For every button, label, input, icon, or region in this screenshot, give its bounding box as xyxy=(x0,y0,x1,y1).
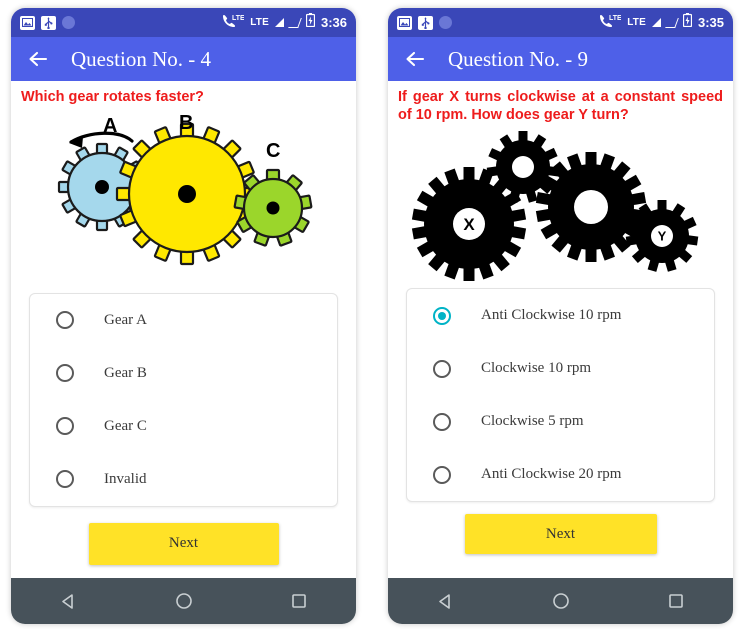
option-row-2[interactable]: Clockwise 5 rpm xyxy=(407,395,714,448)
gear-c-label: C xyxy=(266,140,280,162)
radio-icon-3[interactable] xyxy=(56,470,74,489)
clock-time: 3:36 xyxy=(320,15,347,30)
gear-middle-shape xyxy=(535,152,646,263)
next-button-row: Next xyxy=(388,514,733,555)
next-button[interactable]: Next xyxy=(88,522,279,565)
android-nav-bar xyxy=(388,578,733,624)
gear-top-shape xyxy=(486,131,559,204)
question-content: If gear X turns clockwise at a constant … xyxy=(388,81,733,578)
option-row-2[interactable]: Gear C xyxy=(30,400,337,453)
gear-a-label: A xyxy=(103,115,117,137)
option-label-3: Invalid xyxy=(104,470,147,487)
circle-icon xyxy=(439,16,452,29)
radio-icon-0[interactable] xyxy=(433,306,451,325)
image-icon xyxy=(20,15,35,30)
radio-icon-3[interactable] xyxy=(433,465,451,484)
option-label-3: Anti Clockwise 20 rpm xyxy=(481,466,622,483)
gear-b-label: B xyxy=(179,112,193,134)
radio-icon-1[interactable] xyxy=(433,359,451,378)
svg-text:LTE: LTE xyxy=(232,15,244,22)
option-row-3[interactable]: Invalid xyxy=(30,453,337,506)
page-title: Question No. - 9 xyxy=(448,46,588,71)
question-text: If gear X turns clockwise at a constant … xyxy=(398,89,723,123)
option-label-2: Gear C xyxy=(104,417,147,434)
status-bar-right-icons: LTE LTE 3:35 xyxy=(599,13,724,32)
status-bar-left-icons xyxy=(397,15,452,30)
options-card: Gear A Gear B Gear C Invalid xyxy=(29,292,338,507)
nav-back-icon[interactable] xyxy=(41,578,97,624)
nav-back-icon[interactable] xyxy=(418,578,474,624)
option-row-3[interactable]: Anti Clockwise 20 rpm xyxy=(407,448,714,501)
option-row-1[interactable]: Gear B xyxy=(30,347,337,400)
call-lte-icon: LTE xyxy=(599,14,622,32)
options-card: Anti Clockwise 10 rpm Clockwise 10 rpm C… xyxy=(406,288,715,503)
option-label-1: Gear B xyxy=(104,364,147,381)
nav-home-icon[interactable] xyxy=(533,578,589,624)
svg-text:LTE: LTE xyxy=(609,15,621,22)
option-label-0: Anti Clockwise 10 rpm xyxy=(481,307,622,324)
screenshot-stage: LTE LTE 3:36 Question No. - 4 Which gear… xyxy=(0,0,743,629)
radio-icon-0[interactable] xyxy=(56,311,74,330)
gear-b-shape xyxy=(115,122,258,265)
option-row-1[interactable]: Clockwise 10 rpm xyxy=(407,342,714,395)
signal-full-icon xyxy=(651,18,661,27)
battery-icon xyxy=(305,13,316,32)
four-gear-train-diagram: X Y xyxy=(388,126,733,285)
usb-icon xyxy=(41,15,56,30)
option-label-1: Clockwise 10 rpm xyxy=(481,360,591,377)
nav-recents-icon[interactable] xyxy=(271,578,327,624)
page-title: Question No. - 4 xyxy=(71,46,211,71)
option-row-0[interactable]: Gear A xyxy=(30,294,337,347)
question-text: Which gear rotates faster? xyxy=(21,89,204,105)
nav-home-icon[interactable] xyxy=(156,578,212,624)
signal-empty-icon xyxy=(288,17,302,28)
question-content: Which gear rotates faster? A B C Gear A … xyxy=(11,81,356,578)
phone-screenshot-question-4: LTE LTE 3:36 Question No. - 4 Which gear… xyxy=(11,8,356,624)
status-bar: LTE LTE 3:36 xyxy=(11,8,356,37)
three-gear-train-diagram: A B C xyxy=(11,108,356,287)
status-bar: LTE LTE 3:35 xyxy=(388,8,733,37)
status-bar-right-icons: LTE LTE 3:36 xyxy=(222,13,347,32)
circle-icon xyxy=(62,16,75,29)
option-label-0: Gear A xyxy=(104,311,147,328)
signal-full-icon xyxy=(274,18,284,27)
option-row-0[interactable]: Anti Clockwise 10 rpm xyxy=(407,289,714,342)
android-nav-bar xyxy=(11,578,356,624)
gear-x-label: X xyxy=(463,215,475,234)
call-lte-icon: LTE xyxy=(222,14,245,32)
lte-label: LTE xyxy=(250,17,269,28)
battery-icon xyxy=(682,13,693,32)
next-button[interactable]: Next xyxy=(464,514,657,555)
usb-icon xyxy=(418,15,433,30)
radio-icon-1[interactable] xyxy=(56,364,74,383)
phone-screenshot-question-9: LTE LTE 3:35 Question No. - 9 If gear X … xyxy=(388,8,733,624)
back-arrow-icon[interactable] xyxy=(402,46,428,72)
radio-icon-2[interactable] xyxy=(56,417,74,436)
gear-y-label: Y xyxy=(657,229,666,244)
status-bar-left-icons xyxy=(20,15,75,30)
app-bar: Question No. - 4 xyxy=(11,37,356,81)
signal-empty-icon xyxy=(665,17,679,28)
lte-label: LTE xyxy=(627,17,646,28)
option-label-2: Clockwise 5 rpm xyxy=(481,413,584,430)
nav-recents-icon[interactable] xyxy=(648,578,704,624)
back-arrow-icon[interactable] xyxy=(25,46,51,72)
gear-c-shape xyxy=(233,168,312,247)
radio-icon-2[interactable] xyxy=(433,412,451,431)
next-button-row: Next xyxy=(11,522,356,565)
image-icon xyxy=(397,15,412,30)
app-bar: Question No. - 9 xyxy=(388,37,733,81)
clock-time: 3:35 xyxy=(697,15,724,30)
